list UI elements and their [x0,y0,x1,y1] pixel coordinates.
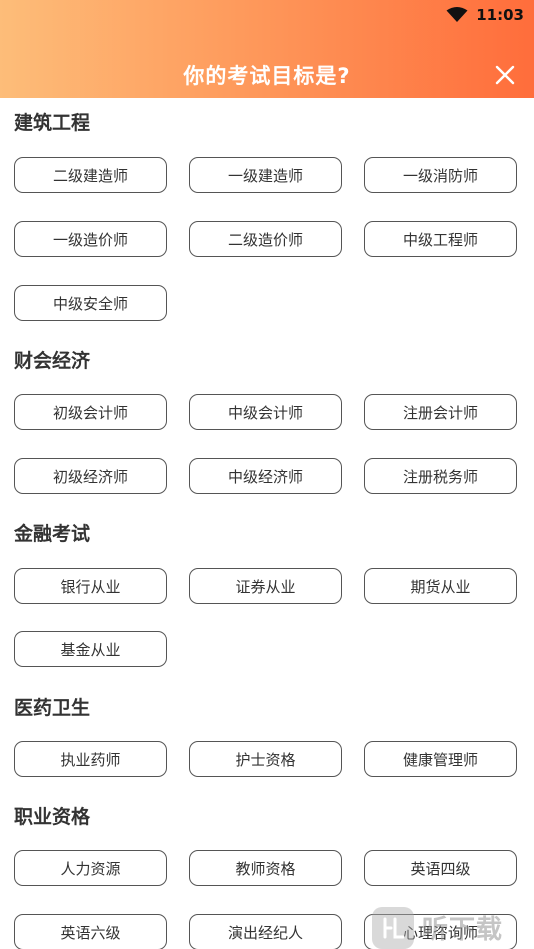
status-time: 11:03 [476,6,524,24]
option-chip[interactable]: 演出经纪人 [189,914,342,949]
option-chip[interactable]: 中级会计师 [189,394,342,430]
option-chip[interactable]: 教师资格 [189,850,342,886]
option-chip[interactable]: 一级造价师 [14,221,167,257]
wifi-icon [446,7,468,22]
option-chip[interactable]: 二级造价师 [189,221,342,257]
section-title-finance-accounting: 财会经济 [14,350,91,372]
option-chip[interactable]: 初级会计师 [14,394,167,430]
option-chip[interactable]: 人力资源 [14,850,167,886]
status-bar: 11:03 [446,4,524,26]
close-button[interactable] [494,64,516,86]
section-title-construction: 建筑工程 [14,112,91,134]
option-chip[interactable]: 执业药师 [14,741,167,777]
page-title: 你的考试目标是? [183,64,351,88]
option-chip[interactable]: 银行从业 [14,568,167,604]
option-chip[interactable]: 一级建造师 [189,157,342,193]
option-chip[interactable]: 护士资格 [189,741,342,777]
option-chip[interactable]: 英语六级 [14,914,167,949]
option-chip[interactable]: 初级经济师 [14,458,167,494]
close-icon [495,65,515,85]
option-chip[interactable]: 健康管理师 [364,741,517,777]
header: 11:03 你的考试目标是? [0,0,534,98]
option-chip[interactable]: 注册税务师 [364,458,517,494]
option-chip[interactable]: 注册会计师 [364,394,517,430]
option-chip[interactable]: 中级安全师 [14,285,167,321]
option-chip[interactable]: 心理咨询师 [364,914,517,949]
option-chip[interactable]: 英语四级 [364,850,517,886]
option-chip[interactable]: 基金从业 [14,631,167,667]
option-chip[interactable]: 证券从业 [189,568,342,604]
section-title-banking: 金融考试 [14,523,91,545]
section-title-professional: 职业资格 [14,806,91,828]
option-chip[interactable]: 中级工程师 [364,221,517,257]
section-title-medical: 医药卫生 [14,697,91,719]
option-chip[interactable]: 期货从业 [364,568,517,604]
option-chip[interactable]: 中级经济师 [189,458,342,494]
option-chip[interactable]: 一级消防师 [364,157,517,193]
exam-goal-list[interactable]: 建筑工程 二级建造师 一级建造师 一级消防师 一级造价师 二级造价师 中级工程师… [0,98,534,949]
option-chip[interactable]: 二级建造师 [14,157,167,193]
